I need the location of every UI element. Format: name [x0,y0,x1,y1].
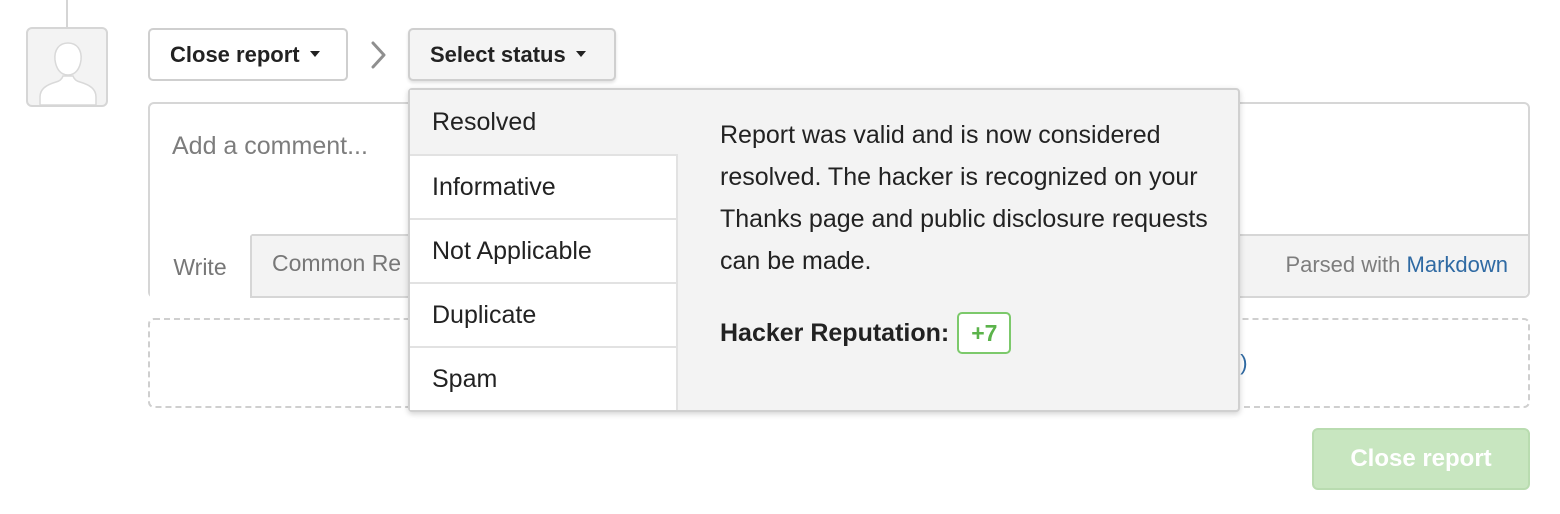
status-dropdown-menu: Resolved Informative Not Applicable Dupl… [408,88,1240,412]
close-report-dropdown-button[interactable]: Close report [148,28,348,81]
avatar [26,27,108,107]
timeline-connector [66,0,68,27]
hacker-reputation-label: Hacker Reputation: [720,318,950,347]
comment-input[interactable]: Add a comment... [172,132,368,161]
status-description: Report was valid and is now considered r… [720,121,1208,275]
close-report-label: Close report [170,41,300,67]
close-report-submit-button[interactable]: Close report [1312,428,1530,490]
select-status-dropdown-button[interactable]: Select status [408,28,616,81]
reputation-badge: +7 [957,312,1012,354]
status-option-not-applicable[interactable]: Not Applicable [410,218,678,282]
status-option-duplicate[interactable]: Duplicate [410,282,678,346]
markdown-hint-prefix: Parsed with [1285,252,1401,277]
chevron-right-icon [371,41,386,69]
tab-write[interactable]: Write [150,234,252,298]
default-user-avatar-icon [39,42,97,105]
caret-down-icon [575,50,586,57]
status-list: Resolved Informative Not Applicable Dupl… [410,90,680,410]
caret-down-icon [309,50,320,57]
select-status-label: Select status [430,41,566,67]
status-option-informative[interactable]: Informative [410,154,678,218]
status-option-spam[interactable]: Spam [410,346,678,410]
tab-common-responses[interactable]: Common Re [272,250,401,277]
markdown-link[interactable]: Markdown [1407,252,1508,277]
markdown-hint: Parsed with Markdown [1285,252,1508,278]
hacker-reputation: Hacker Reputation: +7 [720,312,1012,354]
status-option-resolved[interactable]: Resolved [410,90,678,154]
